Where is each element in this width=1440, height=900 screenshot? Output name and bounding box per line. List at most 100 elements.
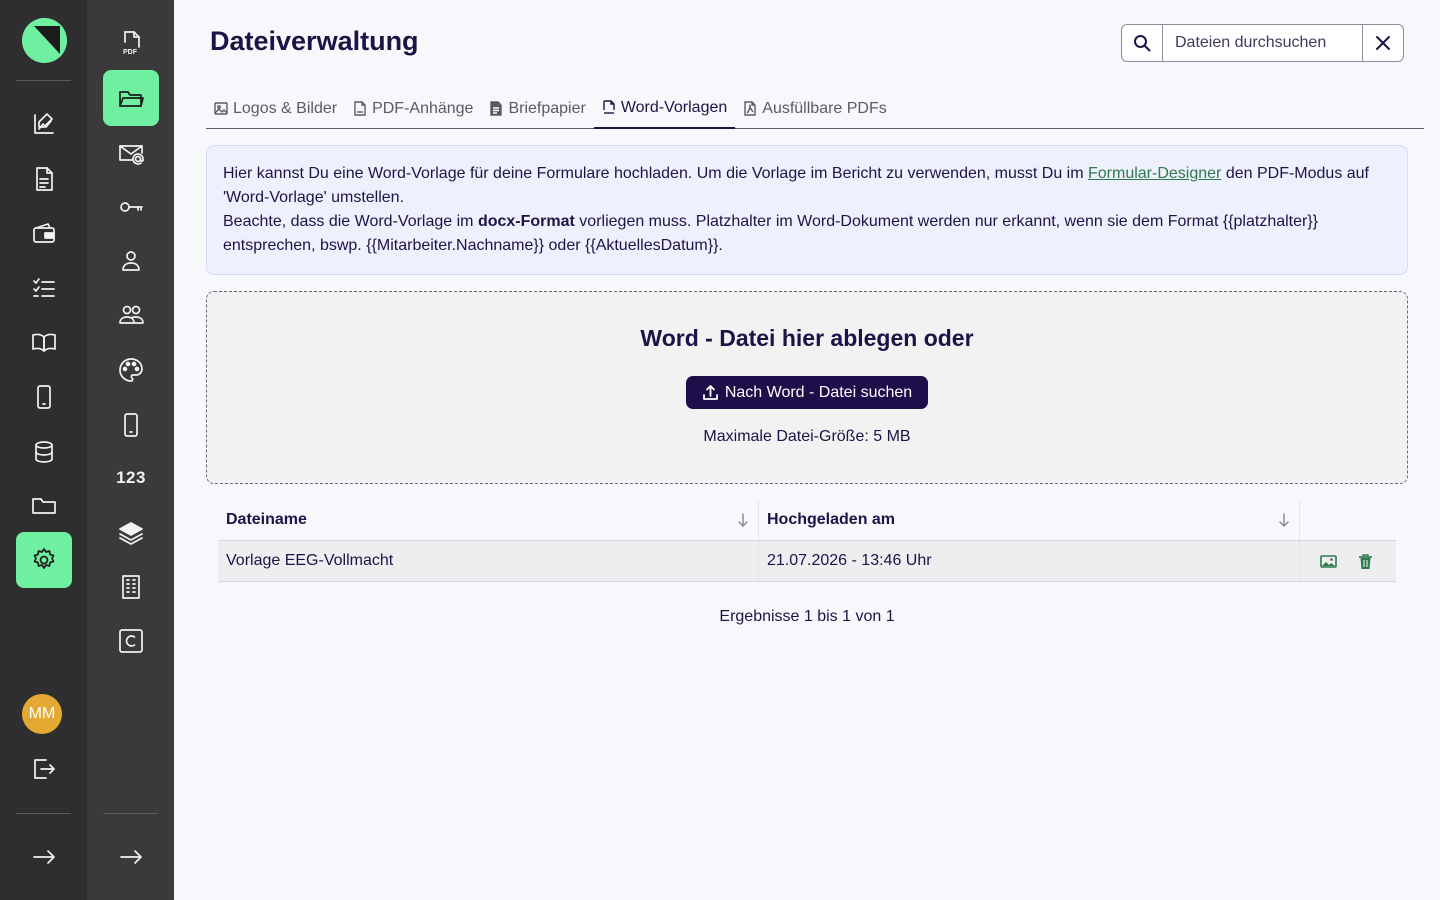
cell-uploaded: 21.07.2026 - 13:46 Uhr — [759, 541, 1300, 581]
nav-reports[interactable] — [16, 151, 72, 207]
search-input[interactable] — [1163, 25, 1362, 61]
cell-actions — [1300, 541, 1396, 581]
subnav-user[interactable] — [103, 233, 159, 289]
subnav-files[interactable] — [103, 70, 159, 126]
results-count: Ergebnisse 1 bis 1 von 1 — [719, 608, 895, 625]
divider — [16, 80, 71, 81]
phone-icon — [37, 385, 51, 409]
file-dropzone[interactable]: Word - Datei hier ablegen oder Nach Word… — [206, 291, 1408, 484]
tab-logos[interactable]: Logos & Bilder — [206, 88, 345, 129]
tab-fillable-pdfs[interactable]: Ausfüllbare PDFs — [735, 88, 895, 129]
info-paragraph-1: Hier kannst Du eine Word-Vorlage für dei… — [223, 165, 1369, 206]
upload-icon — [702, 385, 718, 400]
preview-button[interactable] — [1320, 553, 1337, 570]
subnav-copyright[interactable] — [103, 613, 159, 669]
app-logo[interactable] — [22, 18, 67, 63]
form-designer-link[interactable]: Formular-Designer — [1088, 165, 1221, 182]
mobile-icon — [124, 413, 138, 437]
trash-icon — [1359, 553, 1372, 569]
folder-icon — [32, 498, 56, 514]
tab-label: Word-Vorlagen — [620, 98, 728, 116]
subnav-users[interactable] — [103, 287, 159, 343]
sort-arrow-icon — [738, 513, 748, 527]
column-header-uploaded[interactable]: Hochgeladen am — [759, 500, 1300, 540]
database-icon — [35, 441, 53, 463]
secondary-sidebar: PDF 123 — [87, 0, 174, 900]
logo-icon — [22, 18, 67, 63]
table-header: Dateiname Hochgeladen am — [218, 500, 1396, 541]
palette-icon — [119, 358, 143, 382]
tab-letterhead[interactable]: Briefpapier — [481, 88, 593, 129]
nav-manual[interactable] — [16, 314, 72, 370]
document-icon — [490, 101, 503, 116]
expand-subnav-button[interactable] — [103, 829, 159, 885]
divider — [16, 813, 71, 814]
arrow-right-icon — [33, 850, 55, 864]
close-icon — [1376, 36, 1390, 50]
nav-mobile[interactable] — [16, 369, 72, 425]
nav-settings[interactable] — [16, 532, 72, 588]
browse-file-button[interactable]: Nach Word - Datei suchen — [685, 376, 929, 409]
divider — [103, 813, 158, 814]
tab-label: Ausfüllbare PDFs — [762, 99, 887, 117]
file-tabs: Logos & Bilder PDF-Anhänge Briefpapier W… — [206, 88, 1424, 129]
expand-sidebar-button[interactable] — [16, 829, 72, 885]
arrow-right-icon — [120, 850, 142, 864]
tab-label: Logos & Bilder — [233, 99, 338, 117]
page-title: Dateiverwaltung — [210, 26, 419, 56]
search-box — [1121, 24, 1404, 62]
table-row[interactable]: Vorlage EEG-Vollmacht 21.07.2026 - 13:46… — [218, 541, 1396, 582]
subnav-layers[interactable] — [103, 505, 159, 561]
gear-icon — [33, 548, 55, 569]
subnav-numbering[interactable]: 123 — [103, 450, 159, 506]
wallet-icon — [33, 223, 55, 243]
pdf-icon: PDF — [123, 31, 140, 56]
column-header-actions — [1300, 500, 1396, 540]
files-table: Dateiname Hochgeladen am Vorlage EEG-Vol… — [218, 500, 1396, 582]
c-box-icon — [119, 629, 143, 653]
delete-button[interactable] — [1357, 553, 1374, 570]
search-icon — [1134, 35, 1151, 52]
key-icon — [120, 202, 143, 212]
info-paragraph-2: Beachte, dass die Word-Vorlage im docx-F… — [223, 213, 1319, 254]
logout-button[interactable] — [16, 741, 72, 797]
user-icon — [122, 251, 140, 271]
subnav-keys[interactable] — [103, 179, 159, 235]
user-avatar[interactable]: MM — [22, 694, 62, 734]
search-button[interactable] — [1122, 25, 1163, 61]
nav-database[interactable] — [16, 424, 72, 480]
column-header-filename[interactable]: Dateiname — [218, 500, 759, 540]
building-icon — [122, 575, 140, 599]
subnav-mobile[interactable] — [103, 397, 159, 453]
edit-chart-icon — [34, 113, 54, 134]
dropzone-title: Word - Datei hier ablegen oder — [640, 325, 974, 351]
pdf-form-icon — [744, 101, 756, 116]
subnav-email[interactable] — [103, 125, 159, 181]
svg-text:PDF: PDF — [123, 49, 138, 56]
subnav-pdf[interactable]: PDF — [103, 15, 159, 71]
logout-icon — [34, 759, 55, 779]
subnav-theme[interactable] — [103, 342, 159, 398]
primary-sidebar: MM — [0, 0, 87, 900]
nav-forms-designer[interactable] — [16, 96, 72, 152]
book-icon — [32, 333, 56, 352]
nav-checklists[interactable] — [16, 260, 72, 316]
clear-search-button[interactable] — [1362, 25, 1403, 61]
tab-pdf-attachments[interactable]: PDF-Anhänge — [345, 88, 481, 129]
tab-word-templates[interactable]: Word-Vorlagen — [593, 88, 736, 129]
report-icon — [36, 167, 53, 191]
checklist-icon — [33, 278, 55, 297]
nav-files[interactable] — [16, 477, 72, 533]
numbers-icon: 123 — [116, 468, 146, 487]
tab-label: PDF-Anhänge — [372, 99, 474, 117]
image-preview-icon — [1320, 554, 1337, 568]
users-icon — [119, 305, 144, 324]
docx-file-icon — [603, 100, 615, 114]
max-file-size: Maximale Datei-Größe: 5 MB — [703, 428, 911, 445]
subnav-company[interactable] — [103, 559, 159, 615]
nav-wallet[interactable] — [16, 206, 72, 262]
pdf-file-icon — [354, 101, 366, 116]
tab-label: Briefpapier — [508, 99, 586, 117]
layers-icon — [119, 522, 143, 545]
sort-arrow-icon — [1279, 513, 1289, 527]
